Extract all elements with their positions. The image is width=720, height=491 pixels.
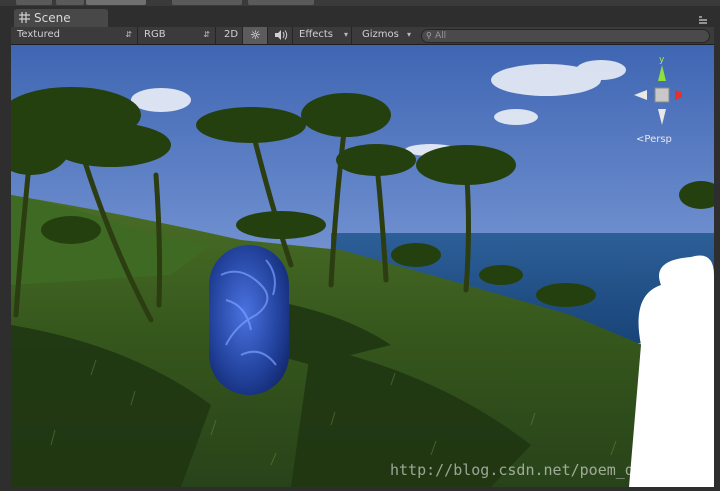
scene-render <box>11 45 714 487</box>
projection-label[interactable]: <Persp <box>636 134 672 145</box>
chevron-down-icon: ▾ <box>343 30 348 39</box>
toggle-2d-label: 2D <box>224 29 239 40</box>
top-tab-stub[interactable] <box>248 0 314 5</box>
draw-mode-dropdown[interactable]: Textured ⇵ <box>11 27 138 44</box>
toggle-2d-button[interactable]: 2D <box>218 27 243 44</box>
speaker-icon <box>275 30 288 40</box>
gizmo-y-axis-cone[interactable] <box>658 65 666 81</box>
scene-search-field[interactable]: ⚲ All <box>421 29 710 43</box>
top-tab-stub[interactable] <box>172 0 242 5</box>
top-tab-stub[interactable] <box>56 0 84 5</box>
scene-toolbar: Textured ⇵ RGB ⇵ 2D ☼ Effects ▾ Gizmos ▾… <box>11 27 714 45</box>
scene-grid-icon <box>19 12 30 23</box>
gizmo-neg-x-cone[interactable] <box>634 90 647 100</box>
render-mode-dropdown[interactable]: RGB ⇵ <box>138 27 216 44</box>
bottom-edge <box>0 487 720 491</box>
lighting-toggle-button[interactable]: ☼ <box>243 27 268 44</box>
scene-viewport[interactable] <box>11 45 714 487</box>
left-panel-edge <box>0 27 11 491</box>
effects-dropdown[interactable]: Effects ▾ <box>293 27 352 44</box>
gizmos-label: Gizmos <box>362 29 399 40</box>
gizmo-center-cube[interactable] <box>654 87 670 103</box>
draw-mode-label: Textured <box>17 29 60 40</box>
projection-text: Persp <box>644 134 672 145</box>
render-mode-label: RGB <box>144 29 166 40</box>
tab-scene-label: Scene <box>34 11 71 25</box>
dropdown-arrows-icon: ⇵ <box>203 30 210 39</box>
tab-scene[interactable]: Scene <box>14 9 108 27</box>
dropdown-arrows-icon: ⇵ <box>125 30 132 39</box>
watermark-text: http://blog.csdn.net/poem_qian <box>390 461 661 479</box>
chevron-down-icon: ▾ <box>406 30 411 39</box>
gizmo-y-label: y <box>659 55 665 65</box>
effects-label: Effects <box>299 29 333 40</box>
gizmo-neg-y-cone[interactable] <box>658 109 666 125</box>
tab-bar: Scene <box>0 6 720 27</box>
tab-menu-icon[interactable] <box>698 15 708 25</box>
sun-icon: ☼ <box>250 28 261 42</box>
orientation-gizmo[interactable]: y <box>622 53 688 128</box>
audio-toggle-button[interactable] <box>268 27 293 44</box>
top-tab-stub[interactable] <box>16 0 52 5</box>
capsule-object[interactable] <box>209 245 289 395</box>
gizmos-dropdown[interactable]: Gizmos ▾ <box>356 27 414 44</box>
right-panel-edge <box>714 27 720 491</box>
search-icon: ⚲ <box>426 31 432 40</box>
top-tab-stub[interactable] <box>86 0 146 5</box>
search-placeholder: All <box>435 31 447 41</box>
gizmo-x-axis-cone[interactable] <box>675 90 688 100</box>
